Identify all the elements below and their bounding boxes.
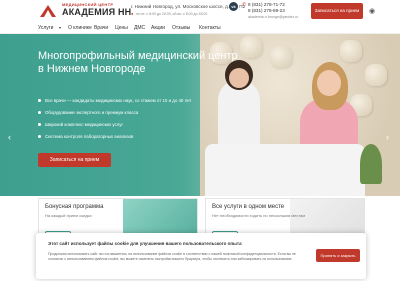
card-title: Бонусная программа [45,204,104,210]
hero-next-arrow[interactable]: › [386,132,389,142]
header-appointment-button[interactable]: Записаться на прием [311,3,363,19]
main-nav: Услуги ▾ О клинике Врачи Цены ДМС Акции … [0,22,400,34]
cookie-title: Этот сайт использует файлы cookie для ул… [48,241,242,246]
phone-1[interactable]: 8 (831) 278-71-72 [248,2,285,7]
hero-appointment-button[interactable]: Записаться на прием [38,153,111,167]
card-subtitle: Нет необходимости ходить по нескольким м… [212,213,306,218]
hero-bullet: Оборудование экспертного и премиум класс… [38,110,138,115]
cookie-banner: Этот сайт использует файлы cookie для ул… [36,233,366,279]
hero-bullet: Широкий комплекс медицинских услуг [38,122,123,127]
phone-icon: ✆ [242,2,247,8]
logo-name[interactable]: АКАДЕМИЯ НН [62,7,131,17]
hero-bullet: Система контроля лабораторных анализов [38,134,133,139]
nav-item-prices[interactable]: Цены [115,25,128,31]
nav-item-promos[interactable]: Акции [151,25,165,31]
email-link[interactable]: akademia-n.bnorge@yandex.ru [248,15,298,19]
card-title: Все услуги в одном месте [212,204,285,210]
logo-icon[interactable] [38,3,58,19]
nav-item-reviews[interactable]: Отзывы [172,25,190,31]
phone-2[interactable]: 8 (831) 278-89-23 [248,8,285,13]
top-header: МЕДИЦИНСКИЙ ЦЕНТР АКАДЕМИЯ НН ● г. Нижни… [0,0,400,22]
location-icon: ● [131,11,134,16]
nav-item-dms[interactable]: ДМС [134,25,145,31]
cookie-accept-button[interactable]: Принять и закрыть [316,249,360,262]
nav-item-about[interactable]: О клинике [68,25,92,31]
vk-icon[interactable]: vk [229,2,238,11]
nav-item-services[interactable]: Услуги [38,25,53,31]
chevron-down-icon[interactable]: ▾ [59,25,61,30]
card-subtitle: На каждый прием скидка [45,213,92,218]
doctor-figure [218,80,260,150]
plant [360,144,382,184]
accessibility-eye-icon[interactable]: ◉ [369,7,375,15]
nav-item-doctors[interactable]: Врачи [94,25,108,31]
desk [205,144,365,196]
hero-bullet: Все врачи — кандидаты медицинских наук, … [38,98,191,103]
hero-title: Многопрофильный медицинский центр в Нижн… [38,50,238,75]
hours-text: пн-пт: с 8:00 до 20:00, сб-вс: с 8:00 до… [136,12,208,16]
nav-item-contacts[interactable]: Контакты [199,25,221,31]
hero-prev-arrow[interactable]: ‹ [8,132,11,142]
cookie-text: Продолжая использовать сайт, вы соглашае… [48,252,296,261]
